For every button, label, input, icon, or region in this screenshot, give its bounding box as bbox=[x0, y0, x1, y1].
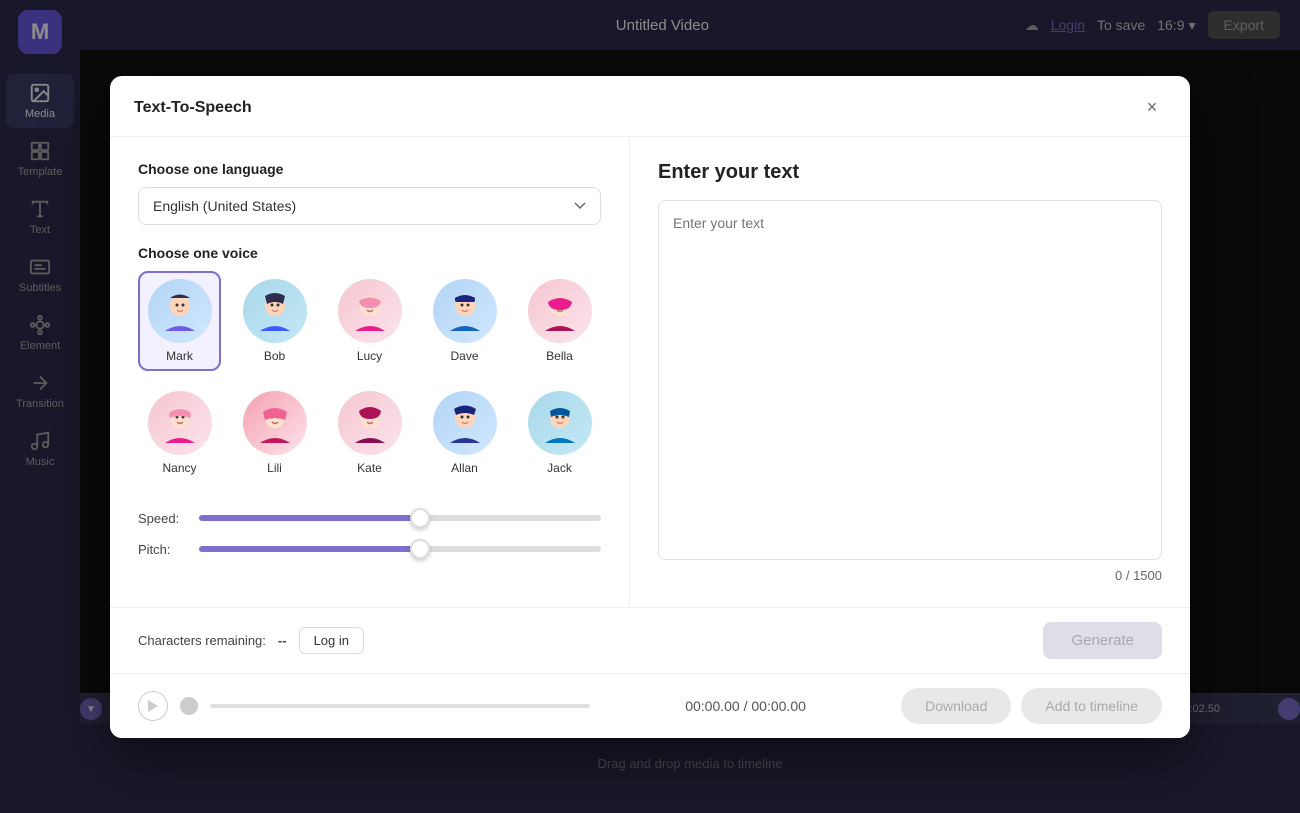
voice-avatar-lucy bbox=[338, 279, 402, 343]
language-select[interactable]: English (United States) bbox=[138, 187, 601, 225]
language-section: Choose one language English (United Stat… bbox=[138, 161, 601, 225]
voice-bella-label: Bella bbox=[546, 349, 573, 363]
voice-jack-label: Jack bbox=[547, 461, 572, 475]
voice-avatar-bob bbox=[243, 279, 307, 343]
add-to-timeline-button[interactable]: Add to timeline bbox=[1021, 688, 1162, 724]
modal-close-button[interactable]: × bbox=[1138, 94, 1166, 122]
voice-avatar-nancy bbox=[148, 391, 212, 455]
voice-avatar-allan bbox=[433, 391, 497, 455]
voice-nancy[interactable]: Nancy bbox=[138, 383, 221, 483]
voice-dave-label: Dave bbox=[450, 349, 478, 363]
voice-bella[interactable]: Bella bbox=[518, 271, 601, 371]
time-display: 00:00.00 / 00:00.00 bbox=[685, 698, 806, 714]
voice-lucy[interactable]: Lucy bbox=[328, 271, 411, 371]
footer-left: Characters remaining: -- Log in bbox=[138, 627, 364, 654]
voice-avatar-lili bbox=[243, 391, 307, 455]
voice-mark[interactable]: Mark bbox=[138, 271, 221, 371]
voice-bob-label: Bob bbox=[264, 349, 285, 363]
language-section-label: Choose one language bbox=[138, 161, 601, 177]
char-count: 0 / 1500 bbox=[658, 568, 1162, 583]
pitch-label: Pitch: bbox=[138, 542, 183, 557]
generate-button[interactable]: Generate bbox=[1043, 622, 1162, 659]
voice-avatar-mark bbox=[148, 279, 212, 343]
voice-section: Choose one voice bbox=[138, 245, 601, 483]
play-icon bbox=[148, 700, 158, 712]
voices-grid: Mark bbox=[138, 271, 601, 483]
voice-nancy-label: Nancy bbox=[162, 461, 196, 475]
text-input[interactable] bbox=[658, 200, 1162, 560]
modal-title: Text-To-Speech bbox=[134, 99, 252, 117]
modal-body: Choose one language English (United Stat… bbox=[110, 137, 1190, 607]
voice-avatar-kate bbox=[338, 391, 402, 455]
action-buttons: Download Add to timeline bbox=[901, 688, 1162, 724]
characters-remaining-label: Characters remaining: bbox=[138, 633, 266, 648]
characters-remaining-value: -- bbox=[278, 633, 287, 648]
play-button[interactable] bbox=[138, 691, 168, 721]
footer-login-button[interactable]: Log in bbox=[299, 627, 364, 654]
voice-mark-label: Mark bbox=[166, 349, 193, 363]
modal-overlay: Text-To-Speech × Choose one language Eng… bbox=[0, 0, 1300, 813]
voice-allan-label: Allan bbox=[451, 461, 478, 475]
time-current: 00:00.00 bbox=[685, 698, 740, 714]
voice-avatar-dave bbox=[433, 279, 497, 343]
voice-section-label: Choose one voice bbox=[138, 245, 601, 261]
playback-progress[interactable] bbox=[210, 704, 590, 708]
voice-allan[interactable]: Allan bbox=[423, 383, 506, 483]
voice-kate[interactable]: Kate bbox=[328, 383, 411, 483]
time-total: 00:00.00 bbox=[751, 698, 806, 714]
voice-avatar-bella bbox=[528, 279, 592, 343]
playback-controls bbox=[138, 691, 590, 721]
sliders-section: Speed: Pitch: bbox=[138, 511, 601, 557]
speed-slider-container bbox=[199, 515, 601, 521]
bottom-bar: 00:00.00 / 00:00.00 Download Add to time… bbox=[110, 673, 1190, 738]
voice-lili-label: Lili bbox=[267, 461, 282, 475]
voice-lili[interactable]: Lili bbox=[233, 383, 316, 483]
pitch-slider-container bbox=[199, 546, 601, 552]
speed-label: Speed: bbox=[138, 511, 183, 526]
pitch-row: Pitch: bbox=[138, 542, 601, 557]
voice-dave[interactable]: Dave bbox=[423, 271, 506, 371]
left-panel: Choose one language English (United Stat… bbox=[110, 137, 630, 607]
modal-header: Text-To-Speech × bbox=[110, 76, 1190, 137]
right-panel: Enter your text 0 / 1500 bbox=[630, 137, 1190, 607]
enter-text-title: Enter your text bbox=[658, 161, 1162, 184]
modal-footer: Characters remaining: -- Log in Generate bbox=[110, 607, 1190, 673]
voice-bob[interactable]: Bob bbox=[233, 271, 316, 371]
download-button[interactable]: Download bbox=[901, 688, 1011, 724]
voice-jack[interactable]: Jack bbox=[518, 383, 601, 483]
speed-row: Speed: bbox=[138, 511, 601, 526]
voice-lucy-label: Lucy bbox=[357, 349, 382, 363]
voice-kate-label: Kate bbox=[357, 461, 382, 475]
playback-dot bbox=[180, 697, 198, 715]
tts-modal: Text-To-Speech × Choose one language Eng… bbox=[110, 76, 1190, 738]
voice-avatar-jack bbox=[528, 391, 592, 455]
